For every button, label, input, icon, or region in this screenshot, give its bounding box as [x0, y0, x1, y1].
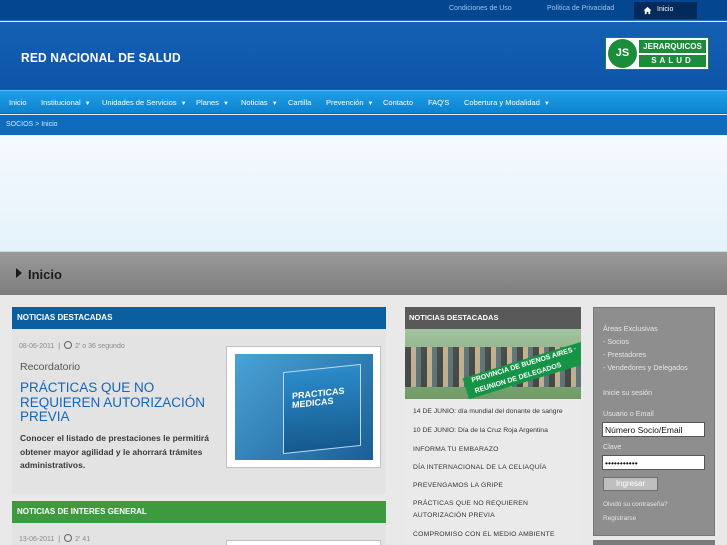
chevron-down-icon: ▼: [543, 101, 550, 107]
nav-item-planes[interactable]: Planes ▼: [196, 98, 229, 107]
booklet-title: PRACTICAS MEDICAS: [292, 385, 345, 411]
practicas-medicas-image: PRACTICAS MEDICAS: [235, 354, 373, 460]
area-link-vendedores[interactable]: - Vendedores y Delegados: [603, 363, 688, 372]
chevron-down-icon: ▼: [180, 101, 187, 107]
mid-news-header: NOTICIAS DESTACADAS: [405, 307, 581, 329]
general-news-thumbnail[interactable]: [226, 540, 381, 545]
nav-item-prevencion[interactable]: Prevención ▼: [326, 98, 373, 107]
nav-item-cobertura[interactable]: Cobertura y Modalidad ▼: [464, 98, 550, 107]
breadcrumb[interactable]: SOCIOS > Inicio: [6, 121, 58, 128]
logo-line-2: SALUD: [639, 55, 706, 67]
logo-mark: JS: [608, 39, 637, 68]
featured-news-read-time: 2' o 36 segundo: [75, 343, 125, 350]
user-label: Usuario o Email: [603, 409, 654, 418]
featured-news-meta: 08-06-2011 | 2' o 36 segundo: [19, 341, 125, 350]
user-input[interactable]: Número Socio/Email: [602, 422, 705, 437]
privacy-link[interactable]: Política de Privacidad: [547, 5, 614, 12]
login-title: Inicie su sesión: [603, 388, 653, 397]
nav-item-contacto[interactable]: Contacto: [383, 98, 413, 107]
play-arrow-icon: [16, 268, 22, 278]
password-label: Clave: [603, 442, 622, 451]
list-item[interactable]: PRÁCTICAS QUE NO REQUIEREN AUTORIZACIÓN …: [413, 498, 543, 522]
booklet-cover: PRACTICAS MEDICAS: [283, 363, 361, 455]
list-item[interactable]: DÍA INTERNACIONAL DE LA CELIAQUÍA: [413, 462, 578, 474]
general-news-meta: 13-06-2011 | 2' 41: [19, 534, 91, 543]
nav-item-faqs[interactable]: FAQ'S: [428, 98, 449, 107]
list-item[interactable]: INFORMA TU EMBARAZO: [413, 444, 578, 456]
list-item[interactable]: 10 DE JUNIO: Día de la Cruz Roja Argenti…: [413, 425, 578, 437]
nav-item-noticias[interactable]: Noticias ▼: [241, 98, 278, 107]
delegates-meeting-photo[interactable]: PROVINCIA DE BUENOS AIRES · REUNION DE D…: [405, 329, 581, 399]
site-header: RED NACIONAL DE SALUD JS JERARQUICOS SAL…: [0, 22, 727, 90]
hero-banner: [0, 135, 727, 252]
home-icon: [643, 6, 652, 15]
list-item[interactable]: 14 DE JUNIO: día mundial del donante de …: [413, 406, 578, 418]
featured-news-panel: 08-06-2011 | 2' o 36 segundo Recordatorio …: [12, 329, 386, 494]
nav-item-cartilla[interactable]: Cartilla: [288, 98, 311, 107]
featured-news-kicker: Recordatorio: [20, 361, 81, 373]
chevron-down-icon: ▼: [271, 101, 278, 107]
nav-item-inicio[interactable]: Inicio: [9, 98, 27, 107]
general-news-date: 13-06-2011: [19, 536, 55, 543]
page-title-bar: Inicio: [0, 252, 727, 295]
exclusive-areas-title: Áreas Exclusivas: [603, 324, 658, 333]
mid-news-list: 14 DE JUNIO: día mundial del donante de …: [405, 399, 581, 545]
clock-icon: [64, 341, 73, 349]
secondary-side-panel: [593, 540, 715, 545]
nav-item-unidades[interactable]: Unidades de Servicios ▼: [102, 98, 187, 107]
register-link[interactable]: Registrarse: [603, 515, 636, 522]
home-link-label: Inicio: [657, 6, 674, 13]
breadcrumb-bar: SOCIOS > Inicio: [0, 115, 727, 135]
area-link-socios[interactable]: - Socios: [603, 337, 629, 346]
chevron-down-icon: ▼: [367, 101, 374, 107]
main-nav: Inicio Institucional ▼ Unidades de Servic…: [0, 90, 727, 114]
jerarquicos-logo[interactable]: JS JERARQUICOS SALUD: [605, 37, 709, 70]
list-item[interactable]: PREVENGAMOS LA GRIPE: [413, 480, 578, 492]
password-input[interactable]: •••••••••••: [602, 455, 705, 470]
chevron-down-icon: ▼: [84, 101, 91, 107]
login-button[interactable]: Ingresar: [603, 477, 658, 491]
list-item[interactable]: COMPROMISO CON EL MEDIO AMBIENTE: [413, 529, 578, 541]
chevron-down-icon: ▼: [222, 101, 229, 107]
nav-item-institucional[interactable]: Institucional ▼: [41, 98, 91, 107]
featured-news-summary: Conocer el listado de prestaciones le pe…: [20, 433, 209, 470]
area-link-prestadores[interactable]: - Prestadores: [603, 350, 646, 359]
general-news-read-time: 2' 41: [75, 536, 91, 543]
logo-line-1: JERARQUICOS: [639, 40, 706, 53]
featured-news-thumbnail[interactable]: PRACTICAS MEDICAS: [226, 346, 381, 468]
general-news-header: NOTICIAS DE INTERES GENERAL: [12, 501, 386, 523]
featured-news-headline[interactable]: PRÁCTICAS QUE NO REQUIEREN AUTORIZACIÓN …: [20, 380, 225, 425]
site-brand: RED NACIONAL DE SALUD: [21, 50, 181, 65]
general-news-panel: 13-06-2011 | 2' 41: [12, 523, 386, 545]
login-panel: Áreas Exclusivas - Socios - Prestadores …: [593, 307, 715, 536]
featured-news-header: NOTICIAS DESTACADAS: [12, 307, 386, 329]
clock-icon: [64, 534, 73, 542]
terms-link[interactable]: Condiciones de Uso: [449, 5, 512, 12]
home-link[interactable]: Inicio: [634, 2, 697, 19]
page-title: Inicio: [28, 267, 62, 282]
featured-news-date: 08-06-2011: [19, 343, 55, 350]
forgot-password-link[interactable]: Olvidó su contraseña?: [603, 501, 668, 508]
top-utility-bar: Condiciones de Uso Política de Privacida…: [0, 0, 727, 21]
